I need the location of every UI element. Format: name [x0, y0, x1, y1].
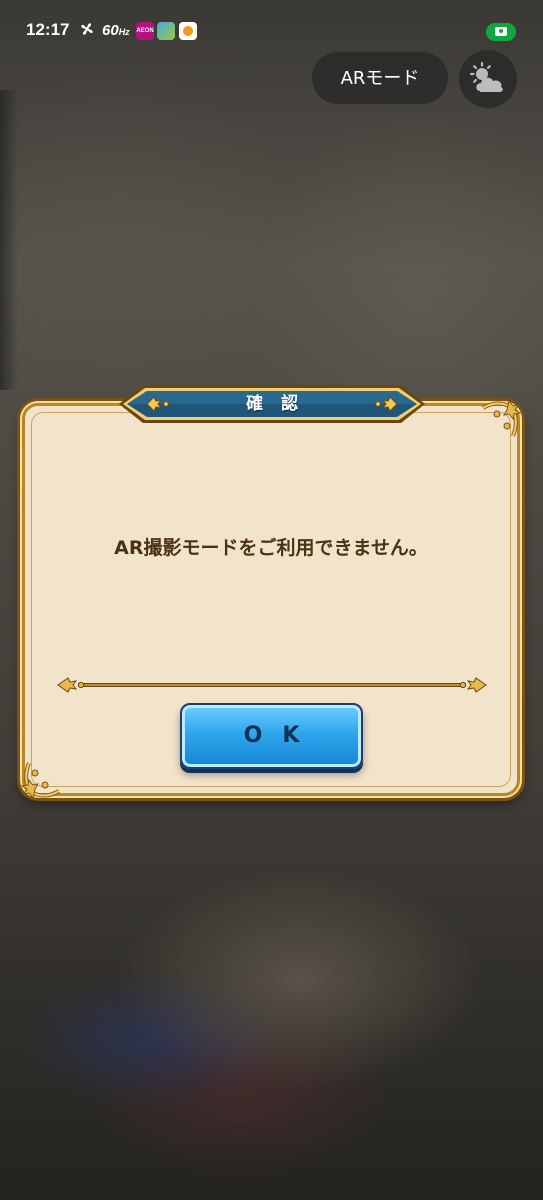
partly-cloudy-icon: [469, 61, 503, 92]
dialog-title: 確認: [246, 394, 316, 414]
refresh-rate-indicator: 60Hz: [102, 22, 130, 39]
camera-in-use-icon: [486, 23, 516, 41]
game-app-icon: [157, 22, 175, 40]
background-shadow: [0, 90, 18, 390]
weather-button[interactable]: [459, 50, 517, 108]
status-bar: 12:17 60Hz AEON: [0, 0, 543, 64]
fan-icon: [81, 23, 93, 35]
ar-mode-button[interactable]: ARモード: [312, 52, 448, 104]
corner-ornament-icon: [20, 762, 61, 800]
dialog-divider: [57, 677, 487, 693]
dialog-title-banner: 確認: [117, 382, 427, 426]
ok-button[interactable]: OK: [180, 703, 363, 769]
dialog-message: AR撮影モードをご利用できません。: [114, 537, 428, 559]
orange-app-icon: [179, 22, 197, 40]
corner-ornament-icon: [481, 399, 522, 437]
aeon-pay-icon: AEON: [136, 22, 154, 40]
status-time: 12:17: [26, 20, 70, 39]
